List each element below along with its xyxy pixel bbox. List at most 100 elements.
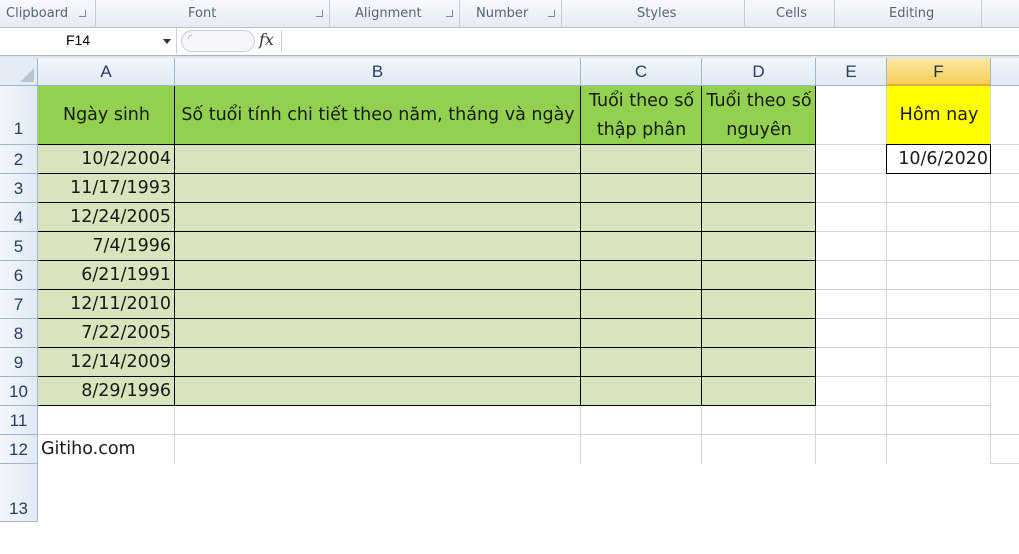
gridline [816, 231, 1019, 232]
ribbon-group-cells: Cells [745, 0, 835, 27]
row-header-13[interactable]: 13 [0, 464, 38, 522]
row-header-4[interactable]: 4 [0, 203, 38, 232]
insert-function-icon[interactable]: fx [259, 30, 274, 49]
row-header-3[interactable]: 3 [0, 174, 38, 203]
row-header-1[interactable]: 1 [0, 86, 38, 145]
gridline [816, 347, 1019, 348]
row-header-5[interactable]: 5 [0, 232, 38, 261]
table-border [580, 86, 581, 406]
column-header-e[interactable]: E [816, 58, 887, 86]
formula-bar-resize-icon: ◜ [188, 32, 193, 45]
number-dialog-launcher-icon[interactable] [548, 10, 555, 17]
ribbon-group-number: Number [460, 0, 562, 27]
column-header-d[interactable]: D [702, 58, 816, 86]
alignment-dialog-launcher-icon[interactable] [446, 10, 453, 17]
table-border [38, 376, 816, 377]
row-header-2[interactable]: 2 [0, 145, 38, 174]
row-header-12[interactable]: 12 [0, 435, 38, 464]
cell-a10[interactable]: 8/29/1996 [38, 377, 175, 406]
formula-bar-divider [281, 30, 282, 52]
gridline [816, 289, 1019, 290]
table-border [38, 173, 816, 174]
f2-border [886, 144, 887, 174]
ribbon-group-editing: Editing [835, 0, 982, 27]
formula-bar-controls[interactable]: ◜ [181, 30, 255, 52]
row-header-10[interactable]: 10 [0, 377, 38, 406]
styles-group-label: Styles [637, 6, 677, 21]
table-border [38, 202, 816, 203]
ribbon-group-styles: Styles [562, 0, 745, 27]
row-header-6[interactable]: 6 [0, 261, 38, 290]
cell-a2[interactable]: 10/2/2004 [38, 145, 175, 174]
name-box-value: F14 [66, 32, 91, 48]
gridline [886, 86, 887, 464]
number-group-label: Number [476, 6, 529, 21]
column-header-b[interactable]: B [175, 58, 581, 86]
row-header-7[interactable]: 7 [0, 290, 38, 319]
cell-a6[interactable]: 6/21/1991 [38, 261, 175, 290]
cell-a8[interactable]: 7/22/2005 [38, 319, 175, 348]
cells-group-label: Cells [776, 6, 808, 21]
gridline [580, 406, 581, 464]
cell-b1[interactable]: Số tuổi tính chi tiết theo năm, tháng và… [175, 86, 581, 145]
formula-input[interactable] [283, 28, 1019, 54]
gridline [991, 144, 1019, 145]
cell-a7[interactable]: 12/11/2010 [38, 290, 175, 319]
gridline [701, 406, 702, 464]
cell-f1[interactable]: Hôm nay [887, 86, 991, 145]
table-border [38, 260, 816, 261]
f2-border [886, 144, 991, 145]
table-border [701, 86, 702, 406]
clipboard-dialog-launcher-icon[interactable] [79, 10, 86, 17]
table-border [38, 347, 816, 348]
gridline [816, 318, 1019, 319]
cell-a4[interactable]: 12/24/2005 [38, 203, 175, 232]
select-all-button[interactable] [0, 58, 38, 86]
cell-a9[interactable]: 12/14/2009 [38, 348, 175, 377]
table-border [815, 86, 816, 406]
table-border [174, 86, 175, 406]
row-header-8[interactable]: 8 [0, 319, 38, 348]
table-border [38, 231, 816, 232]
ribbon-group-font: Font [96, 0, 330, 27]
cell-a5[interactable]: 7/4/1996 [38, 232, 175, 261]
gridline [815, 406, 816, 464]
name-box[interactable]: F14 [0, 28, 177, 54]
select-all-triangle-icon [20, 68, 34, 82]
editing-group-label: Editing [889, 6, 935, 21]
formula-bar: F14 ◜ fx [0, 28, 1019, 56]
clipboard-group-label: Clipboard [6, 6, 69, 21]
column-header-f[interactable]: F [887, 58, 991, 86]
gridline [990, 86, 991, 464]
gridline [991, 463, 1019, 464]
cell-a12[interactable]: Gitiho.com [38, 435, 338, 464]
table-border [38, 405, 816, 406]
gridline [174, 406, 175, 464]
ribbon-group-clipboard: Clipboard [0, 0, 96, 27]
name-box-dropdown-icon[interactable] [163, 39, 171, 44]
font-group-label: Font [188, 6, 217, 21]
cell-f2[interactable]: 10/6/2020 [887, 145, 991, 174]
cell-d1[interactable]: Tuổi theo số nguyên [702, 86, 816, 145]
font-dialog-launcher-icon[interactable] [316, 10, 323, 17]
table-border [38, 144, 816, 145]
ribbon-group-alignment: Alignment [330, 0, 460, 27]
gridline [38, 434, 1019, 435]
ribbon-group-bar: Clipboard Font Alignment Number Styles C… [0, 0, 1019, 28]
table-border [38, 289, 816, 290]
cell-a3[interactable]: 11/17/1993 [38, 174, 175, 203]
row-header-11[interactable]: 11 [0, 406, 38, 435]
column-header-a[interactable]: A [38, 58, 175, 86]
gridline [816, 144, 887, 145]
row-header-9[interactable]: 9 [0, 348, 38, 377]
gridline [816, 376, 1019, 377]
cell-c1[interactable]: Tuổi theo số thập phân [581, 86, 702, 145]
column-header-c[interactable]: C [581, 58, 702, 86]
table-border [38, 318, 816, 319]
gridline [816, 202, 1019, 203]
f2-border [886, 173, 991, 174]
cell-a1[interactable]: Ngày sinh [38, 86, 175, 145]
f2-border [990, 144, 991, 174]
column-header-g-partial[interactable] [991, 58, 1019, 86]
alignment-group-label: Alignment [355, 6, 422, 21]
